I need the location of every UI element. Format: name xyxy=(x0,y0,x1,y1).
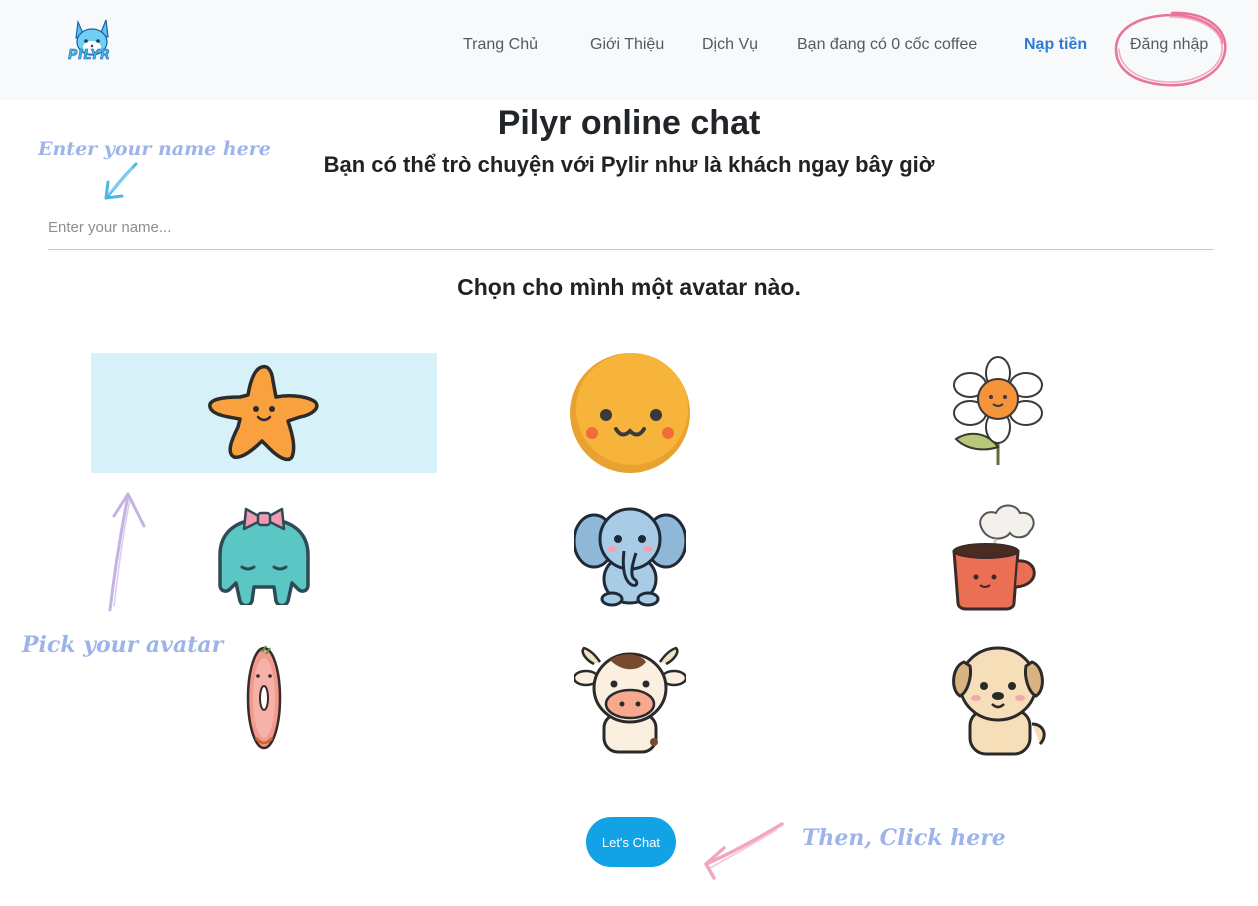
nav-services[interactable]: Dịch Vụ xyxy=(702,36,758,54)
avatar-option-puppy[interactable] xyxy=(825,640,1171,760)
nav-about[interactable]: Giới Thiệu xyxy=(590,36,664,54)
avatar-option-smiley[interactable] xyxy=(457,353,803,473)
arrow-down-left-icon xyxy=(104,162,138,200)
avatar-option-starfish[interactable] xyxy=(91,353,437,473)
flower-icon xyxy=(953,356,1043,465)
name-input[interactable] xyxy=(48,206,1214,250)
starfish-icon xyxy=(208,364,319,462)
lets-chat-button[interactable]: Let's Chat xyxy=(586,817,676,867)
choose-avatar-heading: Chọn cho mình một avatar nào. xyxy=(457,274,801,300)
nav-topup[interactable]: Nạp tiền xyxy=(1024,36,1087,54)
logo-text[interactable]: PILYR xyxy=(68,48,111,64)
hint-click-here: Then, Click here xyxy=(802,825,1006,851)
smiley-face-icon xyxy=(570,353,690,473)
cow-icon xyxy=(574,646,686,754)
arrow-up-icon xyxy=(108,492,146,612)
nav-home[interactable]: Trang Chủ xyxy=(463,36,538,54)
coffee-mug-icon xyxy=(952,504,1036,611)
login-highlight-circle xyxy=(1114,11,1227,87)
navbar: PILYR Trang Chủ Giới Thiệu Dịch Vụ Bạn đ… xyxy=(0,0,1258,100)
hint-enter-name: Enter your name here xyxy=(38,138,271,160)
avatar-option-coffee[interactable] xyxy=(825,493,1171,613)
puppy-icon xyxy=(952,646,1046,756)
avatar-option-cow[interactable] xyxy=(457,640,803,760)
ghost-bow-icon xyxy=(218,507,310,605)
arrow-left-icon xyxy=(704,822,784,880)
avatar-option-donut[interactable] xyxy=(91,640,437,760)
avatar-option-elephant[interactable] xyxy=(457,493,803,613)
avatar-option-flower[interactable] xyxy=(825,353,1171,473)
elephant-icon xyxy=(574,507,686,607)
hint-pick-avatar: Pick your avatar xyxy=(22,632,224,658)
nav-coffee-count[interactable]: Bạn đang có 0 cốc coffee xyxy=(797,36,977,54)
donut-icon xyxy=(246,645,282,750)
